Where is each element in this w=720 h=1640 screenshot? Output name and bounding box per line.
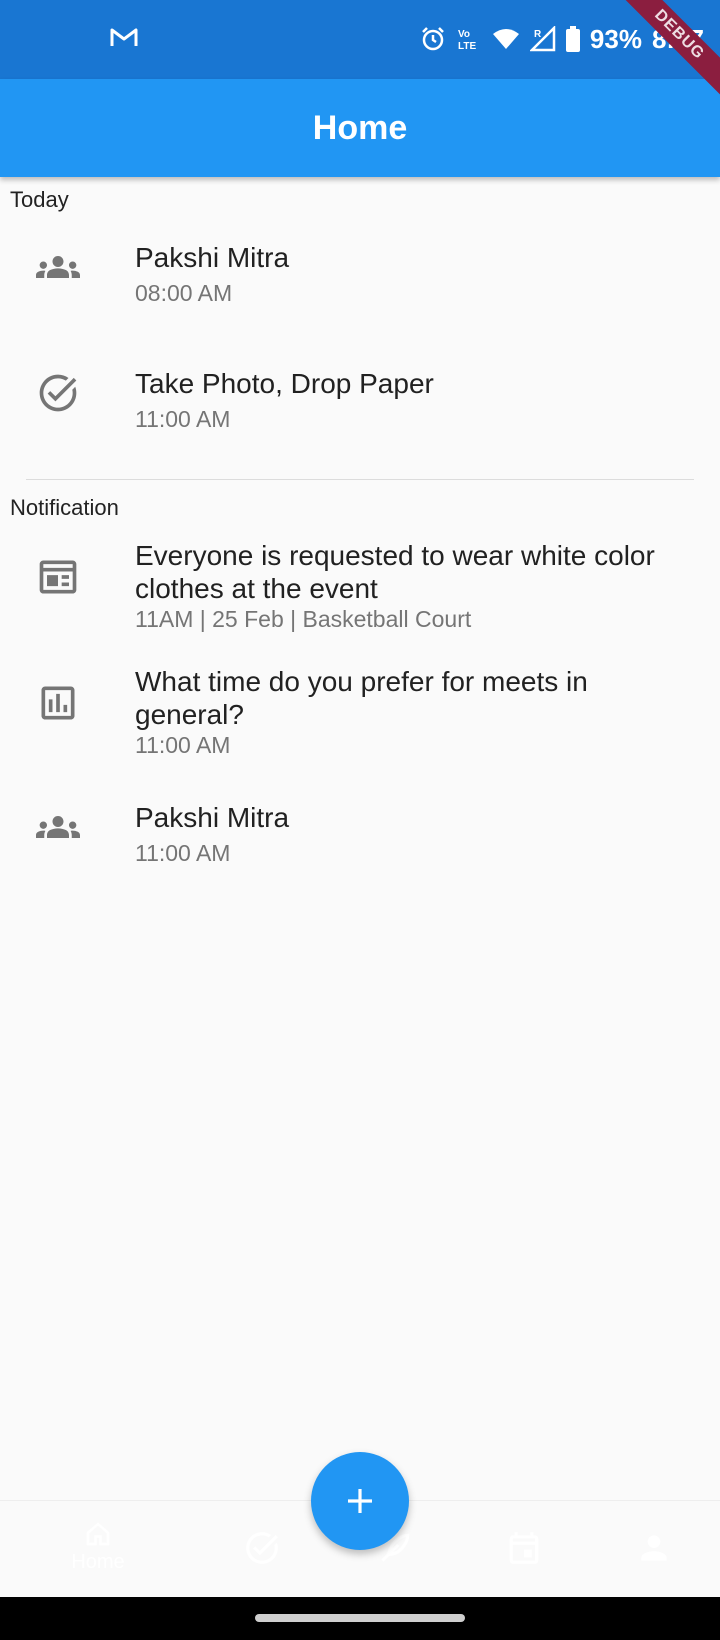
item-title: Pakshi Mitra — [135, 242, 290, 273]
item-subtitle: 11:00 AM — [135, 840, 231, 866]
calendar-icon — [509, 1532, 539, 1564]
item-title: Everyone is requested to wear white colo… — [135, 540, 655, 604]
section-header-today: Today — [10, 187, 69, 212]
nav-item-calendar[interactable] — [474, 1529, 574, 1567]
item-subtitle: 11AM | 25 Feb | Basketball Court — [135, 606, 472, 632]
item-subtitle: 11:00 AM — [135, 732, 231, 758]
battery-level: 93% — [589, 23, 642, 54]
item-title: Take Photo, Drop Paper — [135, 368, 434, 399]
svg-text:R: R — [534, 29, 542, 40]
check-circle-icon — [36, 371, 80, 415]
event-card-icon — [36, 555, 80, 599]
status-bar: VoLTE R 93% 8:37 DEBUG — [0, 0, 720, 98]
item-title: Pakshi Mitra — [135, 802, 290, 833]
alarm-icon — [420, 26, 446, 52]
section-header-notification: Notification — [10, 495, 119, 520]
item-subtitle: 08:00 AM — [135, 280, 233, 306]
nav-item-tasks[interactable] — [212, 1529, 312, 1567]
plus-icon — [348, 1489, 372, 1513]
svg-text:LTE: LTE — [458, 41, 476, 52]
section-divider — [26, 479, 694, 480]
list-item[interactable]: Pakshi Mitra 08:00 AM — [0, 237, 720, 333]
app-bar: Home — [0, 79, 720, 177]
person-icon — [641, 1535, 667, 1561]
poll-icon — [36, 681, 80, 725]
nav-item-home[interactable]: Home — [48, 1519, 148, 1574]
wifi-icon — [492, 27, 520, 51]
battery-icon — [565, 26, 580, 52]
item-title: What time do you prefer for meets in gen… — [135, 666, 588, 730]
gmail-icon — [110, 26, 138, 48]
list-item[interactable]: Pakshi Mitra 11:00 AM — [0, 797, 720, 893]
nav-item-profile[interactable] — [604, 1529, 704, 1567]
add-fab-button[interactable] — [311, 1452, 409, 1550]
svg-text:Vo: Vo — [458, 29, 470, 40]
signal-icon: R — [529, 26, 556, 52]
list-item[interactable]: Take Photo, Drop Paper 11:00 AM — [0, 363, 720, 459]
item-subtitle: 11:00 AM — [135, 406, 231, 432]
people-icon — [36, 805, 80, 849]
list-item[interactable]: Everyone is requested to wear white colo… — [0, 539, 720, 639]
volte-icon: Vo LTE — [456, 26, 482, 52]
list-item[interactable]: What time do you prefer for meets in gen… — [0, 665, 720, 765]
system-navigation-bar — [0, 1597, 720, 1640]
people-icon — [36, 245, 80, 289]
check-circle-icon — [246, 1532, 278, 1564]
nav-label-home: Home — [71, 1551, 125, 1573]
page-title: Home — [312, 108, 408, 147]
home-gesture-handle[interactable] — [255, 1614, 465, 1622]
home-icon — [86, 1522, 110, 1546]
